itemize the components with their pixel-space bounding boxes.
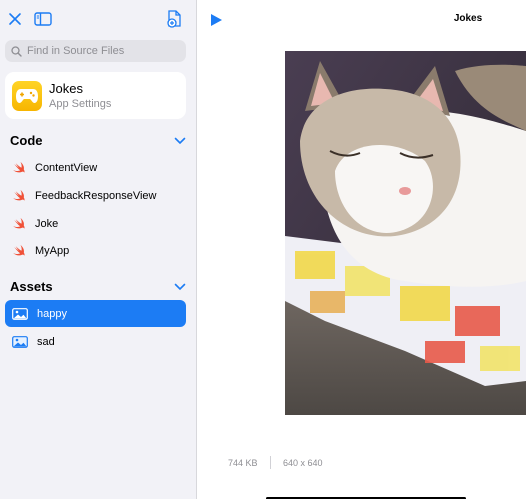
swift-icon (13, 162, 25, 173)
section-title-assets: Assets (10, 279, 53, 294)
file-label: sad (37, 335, 55, 348)
play-icon[interactable] (209, 13, 223, 27)
swift-icon (13, 190, 25, 201)
app-name: Jokes (49, 80, 83, 96)
file-label: Joke (35, 217, 59, 230)
search-input[interactable] (27, 45, 177, 57)
image-dimensions: 640 x 640 (283, 458, 323, 468)
section-header-assets[interactable]: Assets (10, 279, 186, 294)
search-bar[interactable] (5, 40, 186, 62)
image-icon (12, 307, 28, 320)
search-icon (11, 45, 22, 57)
game-controller-icon (12, 80, 42, 111)
file-row-contentview[interactable]: ContentView (5, 154, 186, 181)
app-subtitle: App Settings (49, 97, 112, 110)
image-file-size: 744 KB (228, 458, 258, 468)
swift-icon (13, 218, 25, 229)
chevron-down-icon[interactable] (174, 137, 186, 145)
close-icon[interactable] (5, 9, 25, 29)
file-row-myapp[interactable]: MyApp (5, 237, 186, 264)
section-title-code: Code (10, 133, 43, 148)
file-row-joke[interactable]: Joke (5, 210, 186, 237)
file-label: happy (37, 307, 67, 320)
chevron-down-icon[interactable] (174, 283, 186, 291)
main-title: Jokes (453, 13, 483, 24)
image-icon (12, 335, 28, 348)
sidebar: Jokes App Settings Code ContentView Feed… (0, 0, 197, 499)
new-file-icon[interactable] (165, 8, 185, 30)
file-row-feedbackresponseview[interactable]: FeedbackResponseView (5, 182, 186, 209)
asset-row-happy[interactable]: happy (5, 300, 186, 327)
section-header-code[interactable]: Code (10, 133, 186, 148)
file-label: FeedbackResponseView (35, 189, 157, 202)
asset-image-preview (285, 51, 526, 415)
meta-divider (270, 456, 271, 469)
file-label: ContentView (35, 161, 98, 174)
file-label: MyApp (35, 244, 70, 257)
sidebar-toggle-icon[interactable] (33, 10, 53, 28)
asset-row-sad[interactable]: sad (5, 328, 186, 355)
app-settings-card[interactable]: Jokes App Settings (5, 72, 186, 119)
swift-icon (13, 245, 25, 256)
